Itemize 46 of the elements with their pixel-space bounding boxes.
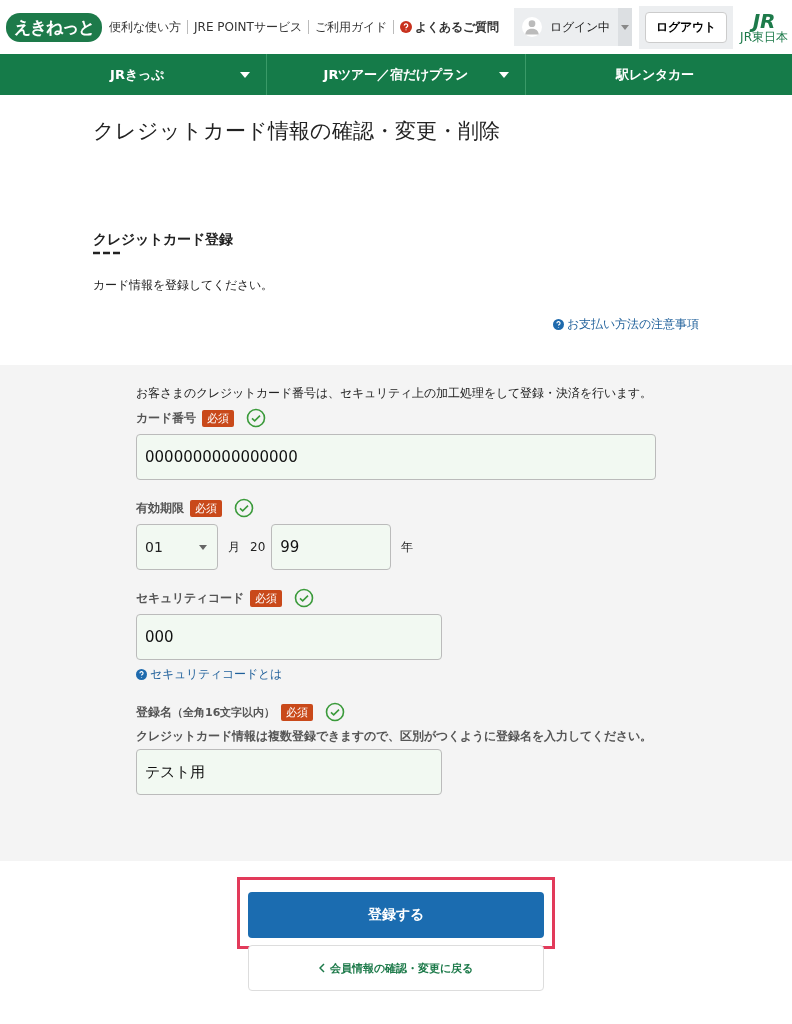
help-icon [553, 319, 564, 330]
required-badge: 必須 [190, 499, 222, 517]
required-badge: 必須 [250, 589, 282, 607]
input-field[interactable]: テスト用 [136, 749, 442, 795]
page-title: クレジットカード情報の確認・変更・削除 [93, 118, 501, 145]
year-prefix: 20 [250, 540, 266, 554]
account-menu[interactable]: ログイン中 [514, 8, 633, 46]
month-select[interactable]: 01 [136, 524, 218, 570]
nav-tab[interactable]: JRきっぷ [8, 54, 266, 95]
field-label: 登録名（全角16文字以内） [136, 703, 276, 721]
heading-underline [93, 251, 121, 255]
section-heading: クレジットカード登録 [93, 231, 234, 249]
field-label: カード番号 [136, 409, 196, 427]
unit-label: 月 [228, 538, 240, 556]
header-link[interactable]: ご利用ガイド [314, 18, 387, 36]
field-hint: クレジットカード情報は複数登録できますので、区別がつくように登録名を入力してください。 [136, 728, 653, 745]
nav-tab[interactable]: JRツアー／宿だけプラン [266, 54, 525, 95]
year-field[interactable]: 99 [271, 524, 392, 570]
unit-label: 年 [401, 538, 414, 556]
help-link[interactable]: お支払い方法の注意事項 [553, 316, 699, 333]
brand-logo[interactable]: JR JR東日本 [740, 11, 788, 43]
submit-button[interactable]: 登録する [248, 892, 544, 938]
caret-icon [621, 24, 630, 30]
field-label: セキュリティコード [136, 589, 244, 607]
caret-icon [199, 544, 207, 550]
caret-icon [240, 72, 250, 78]
notice-text: お客さまのクレジットカード番号は、セキュリティ上の加工処理をして登録・決済を行います。 [136, 385, 653, 402]
input-field[interactable]: 000 [136, 614, 442, 660]
logout-button[interactable]: ログアウト [645, 11, 728, 43]
help-link[interactable]: セキュリティコードとは [136, 666, 282, 683]
input-field[interactable]: 0000000000000000 [136, 434, 656, 480]
header-link[interactable]: 便利な使い方 [109, 18, 181, 36]
header-link[interactable]: JRE POINTサービス [194, 18, 302, 36]
header-link[interactable]: よくあるご質問 [399, 18, 499, 36]
logo[interactable]: えきねっと [6, 12, 102, 42]
help-icon [136, 669, 147, 680]
field-label: 有効期限 [136, 499, 184, 517]
intro-text: カード情報を登録してください。 [93, 277, 274, 294]
required-badge: 必須 [281, 703, 314, 721]
back-button[interactable]: 会員情報の確認・変更に戻る [248, 945, 544, 991]
nav-tab[interactable]: 駅レンタカー [525, 54, 784, 95]
help-icon [399, 21, 412, 33]
user-avatar-icon [522, 17, 543, 37]
caret-icon [499, 72, 509, 78]
chevron-left-icon [319, 963, 325, 973]
required-badge: 必須 [202, 409, 234, 427]
